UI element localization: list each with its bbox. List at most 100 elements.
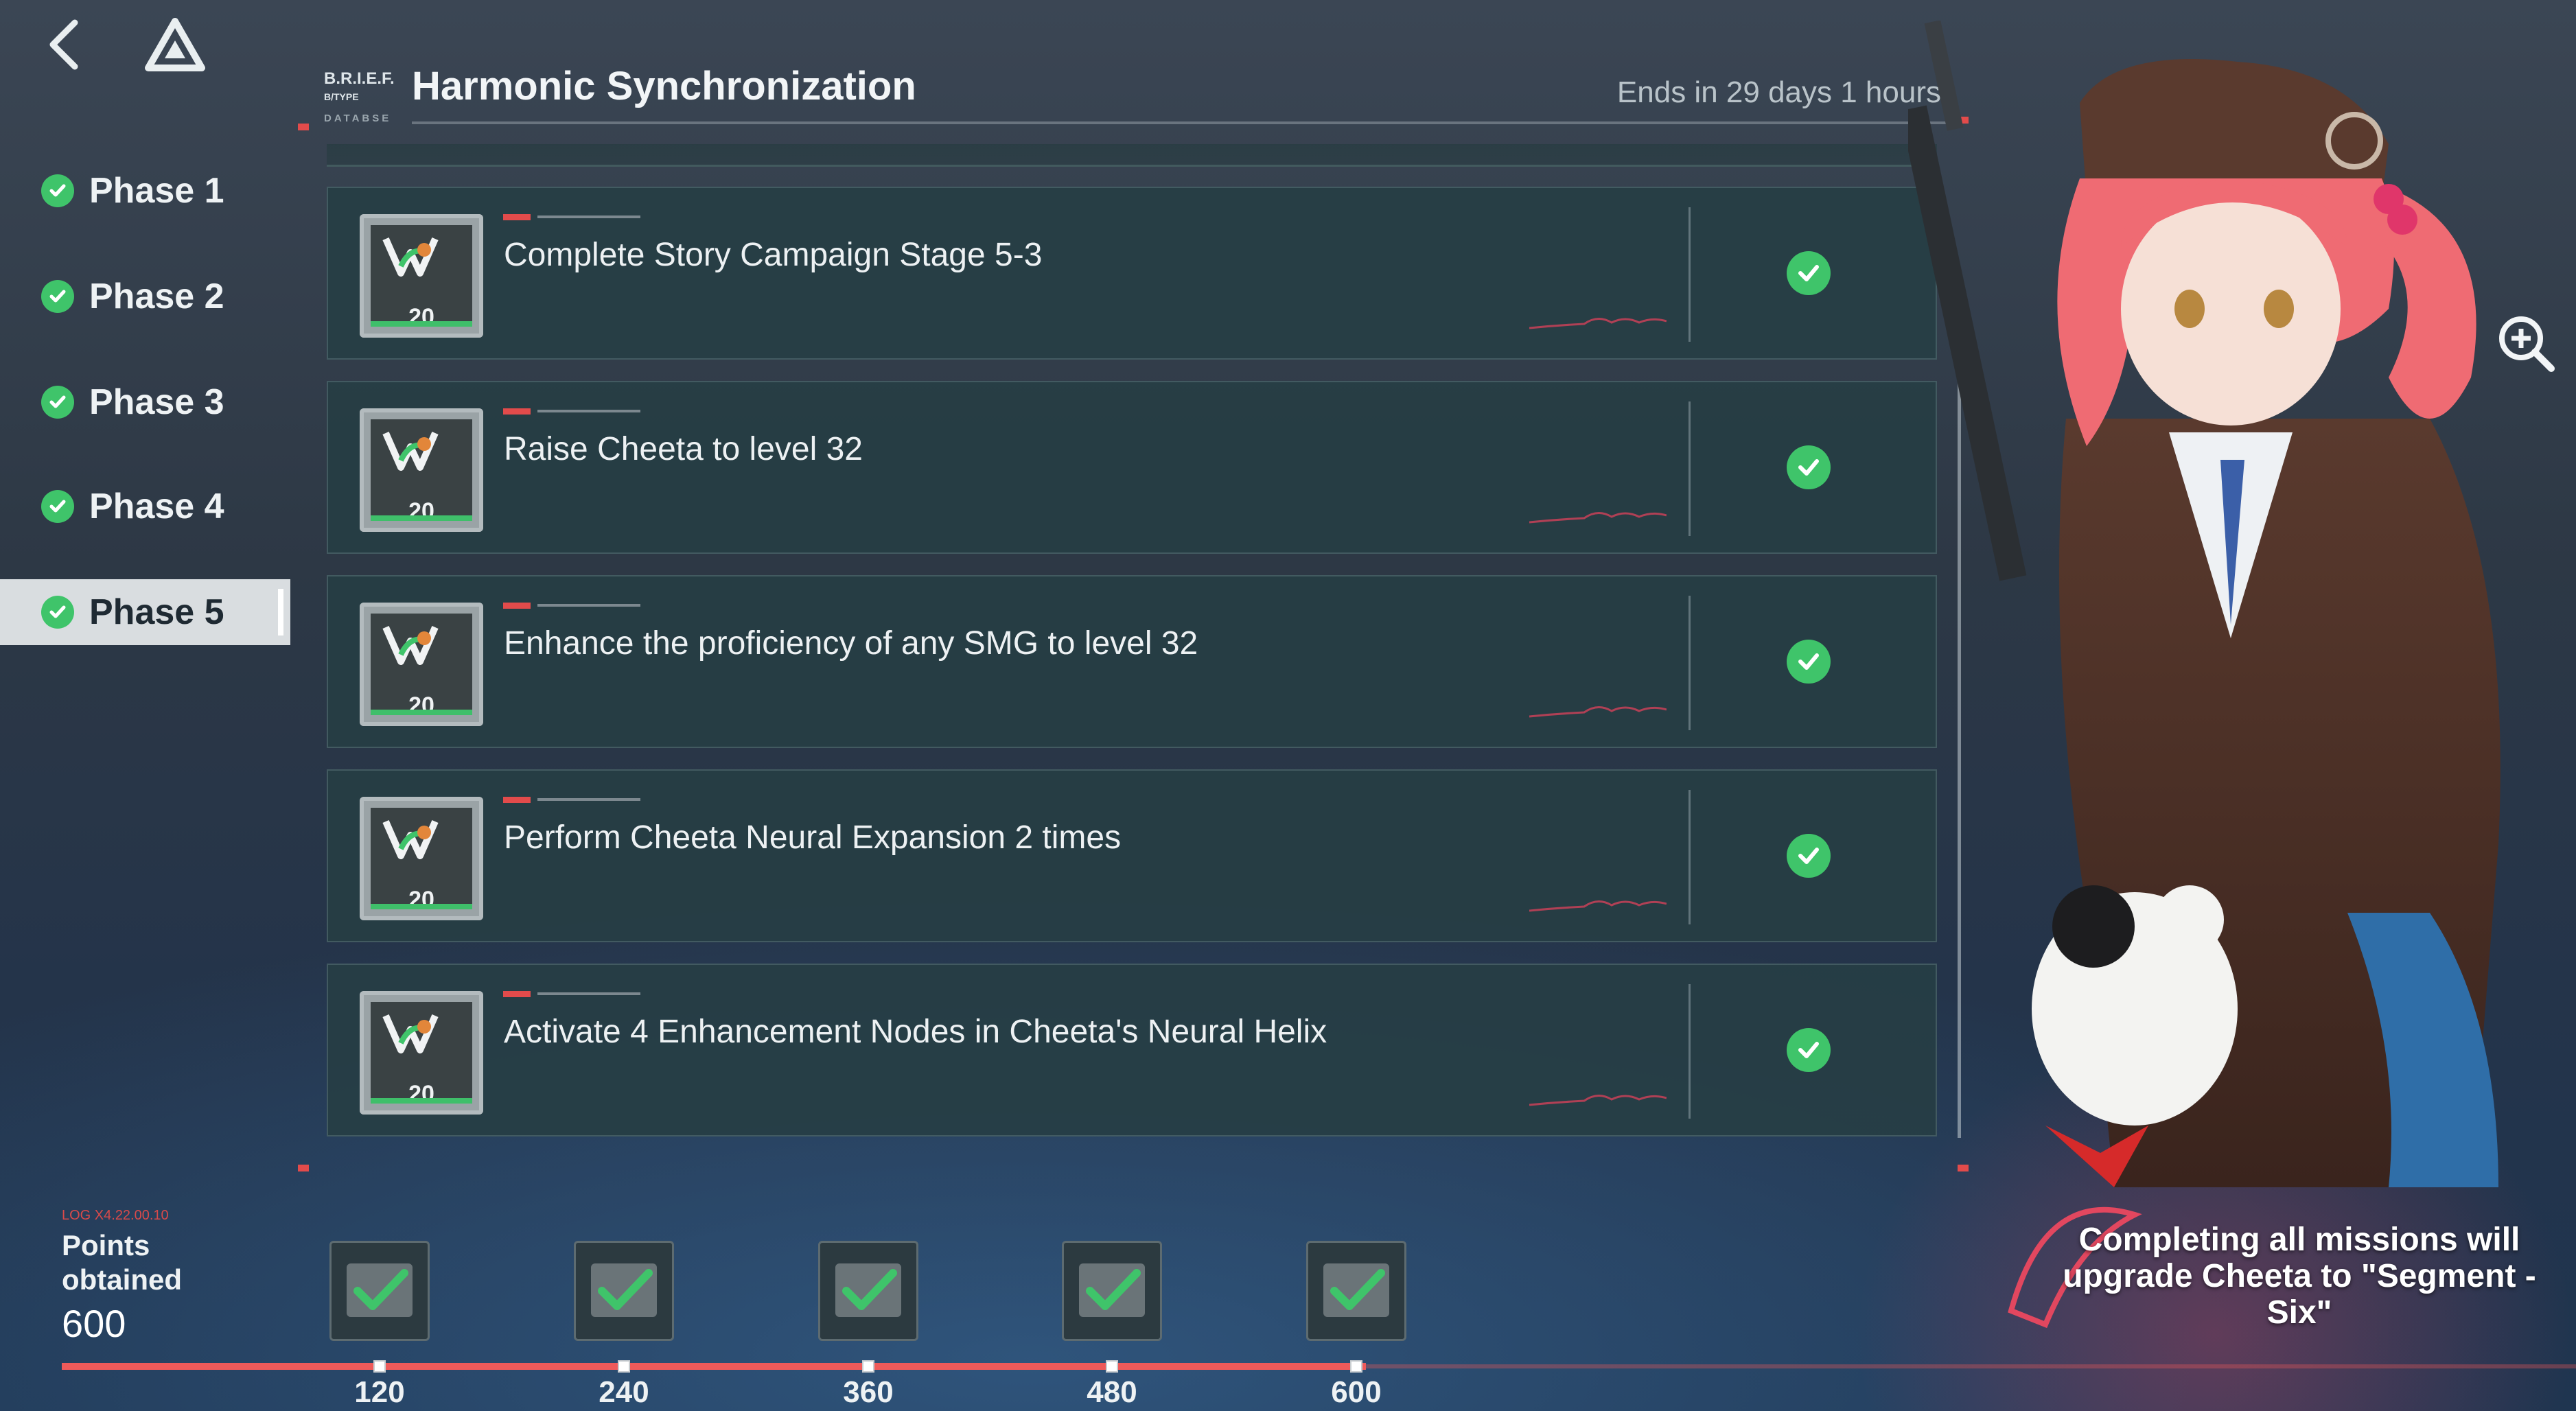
back-icon <box>49 19 78 70</box>
upgrade-info: Completing all missions will upgrade Che… <box>2063 1222 2536 1331</box>
milestone-marker <box>618 1360 630 1373</box>
signature-decoration <box>1529 512 1667 524</box>
check-icon <box>41 386 74 419</box>
home-button[interactable] <box>134 7 216 82</box>
completed-check-icon <box>1787 640 1831 684</box>
card-divider <box>1689 596 1691 730</box>
points-label-line2: obtained <box>62 1263 182 1296</box>
milestone-marker <box>862 1360 874 1373</box>
reward-bar <box>371 710 472 715</box>
brief-tag: B.R.I.E.F. B/TYPE DATABSE <box>324 69 395 129</box>
mission-tag <box>503 214 531 220</box>
card-divider <box>1689 207 1691 342</box>
selected-indicator <box>278 589 283 635</box>
signature-decoration <box>1529 318 1667 329</box>
mission-card[interactable]: 20 Complete Story Campaign Stage 5-3 <box>327 187 1937 360</box>
home-logo-icon <box>145 18 205 71</box>
completed-check-icon <box>1787 1028 1831 1072</box>
mission-card[interactable]: 20 Perform Cheeta Neural Expansion 2 time… <box>327 769 1937 942</box>
phase-label: Phase 3 <box>89 382 224 422</box>
milestone-label: 600 <box>1331 1375 1382 1409</box>
red-marker <box>298 1165 309 1171</box>
phase-label: Phase 4 <box>89 487 224 526</box>
milestone-marker <box>373 1360 386 1373</box>
mission-tag-line <box>537 410 640 412</box>
mission-text: Complete Story Campaign Stage 5-3 <box>504 237 1043 273</box>
reward-chest-button[interactable] <box>1306 1241 1406 1341</box>
reward-icon: 20 <box>360 797 483 920</box>
reward-amount: 20 <box>408 692 434 719</box>
check-icon <box>41 174 74 207</box>
reward-amount: 20 <box>408 887 434 913</box>
back-button[interactable] <box>27 7 103 82</box>
character-art <box>1908 21 2500 1329</box>
check-icon <box>842 1269 897 1310</box>
mission-text: Perform Cheeta Neural Expansion 2 times <box>504 819 1122 856</box>
tab-phase-2[interactable]: Phase 2 <box>0 264 290 329</box>
card-divider <box>1689 401 1691 536</box>
reward-amount: 20 <box>408 1081 434 1107</box>
event-timer: Ends in 29 days 1 hours <box>1616 75 1941 109</box>
completed-check-icon <box>1787 251 1831 295</box>
mission-tag-line <box>537 215 640 218</box>
tab-phase-1[interactable]: Phase 1 <box>0 158 290 224</box>
milestone-label: 360 <box>843 1375 894 1409</box>
check-icon <box>1330 1269 1385 1310</box>
mission-card[interactable]: 20 Enhance the proficiency of any SMG to … <box>327 575 1937 748</box>
tab-phase-5[interactable]: Phase 5 <box>0 579 290 645</box>
currency-logo-icon <box>382 237 439 277</box>
check-icon <box>353 1269 408 1310</box>
brief-label: B.R.I.E.F. <box>324 69 395 88</box>
reward-bar <box>371 1098 472 1104</box>
milestone-marker <box>1350 1360 1362 1373</box>
milestone-label: 480 <box>1087 1375 1137 1409</box>
mission-tag-line <box>537 604 640 607</box>
check-icon <box>41 596 74 629</box>
completed-check-icon <box>1787 834 1831 878</box>
zoom-in-icon <box>2499 316 2555 372</box>
check-icon <box>1086 1269 1141 1310</box>
points-label-line1: Points <box>62 1229 150 1261</box>
currency-logo-icon <box>382 819 439 859</box>
reward-amount: 20 <box>408 304 434 330</box>
brief-db-label: DATABSE <box>324 113 392 124</box>
mission-card[interactable]: 20 Raise Cheeta to level 32 <box>327 381 1937 554</box>
tab-phase-4[interactable]: Phase 4 <box>0 474 290 539</box>
reward-icon: 20 <box>360 214 483 338</box>
signature-decoration <box>1529 1095 1667 1106</box>
reward-amount: 20 <box>408 498 434 524</box>
reward-icon: 20 <box>360 408 483 532</box>
mission-text: Activate 4 Enhancement Nodes in Cheeta's… <box>504 1014 1327 1050</box>
mission-tag <box>503 408 531 415</box>
currency-logo-icon <box>382 625 439 665</box>
points-label: Points obtained <box>62 1228 182 1297</box>
mission-text: Enhance the proficiency of any SMG to le… <box>504 625 1198 662</box>
reward-chest-button[interactable] <box>329 1241 430 1341</box>
tab-phase-3[interactable]: Phase 3 <box>0 369 290 435</box>
milestone-label: 240 <box>599 1375 649 1409</box>
signature-decoration <box>1529 706 1667 718</box>
red-marker <box>298 124 309 130</box>
title-underline <box>412 121 1956 124</box>
signature-decoration <box>1529 900 1667 912</box>
progress-track <box>62 1363 1366 1370</box>
currency-logo-icon <box>382 431 439 471</box>
mission-text: Raise Cheeta to level 32 <box>504 431 863 467</box>
mission-tag-line <box>537 992 640 995</box>
reward-chest-button[interactable] <box>574 1241 674 1341</box>
reward-chest-button[interactable] <box>818 1241 918 1341</box>
milestone-label: 120 <box>354 1375 405 1409</box>
reward-bar <box>371 904 472 909</box>
reward-icon: 20 <box>360 603 483 726</box>
reward-bar <box>371 515 472 521</box>
mission-tag <box>503 991 531 997</box>
phase-label: Phase 5 <box>89 592 224 632</box>
mission-card[interactable]: 20 Activate 4 Enhancement Nodes in Cheeta… <box>327 964 1937 1136</box>
zoom-button[interactable] <box>2485 302 2567 384</box>
reward-chest-button[interactable] <box>1062 1241 1162 1341</box>
currency-logo-icon <box>382 1014 439 1053</box>
phase-label: Phase 1 <box>89 171 224 211</box>
check-icon <box>598 1269 653 1310</box>
card-divider <box>1689 790 1691 924</box>
log-code: LOG X4.22.00.10 <box>62 1208 169 1223</box>
